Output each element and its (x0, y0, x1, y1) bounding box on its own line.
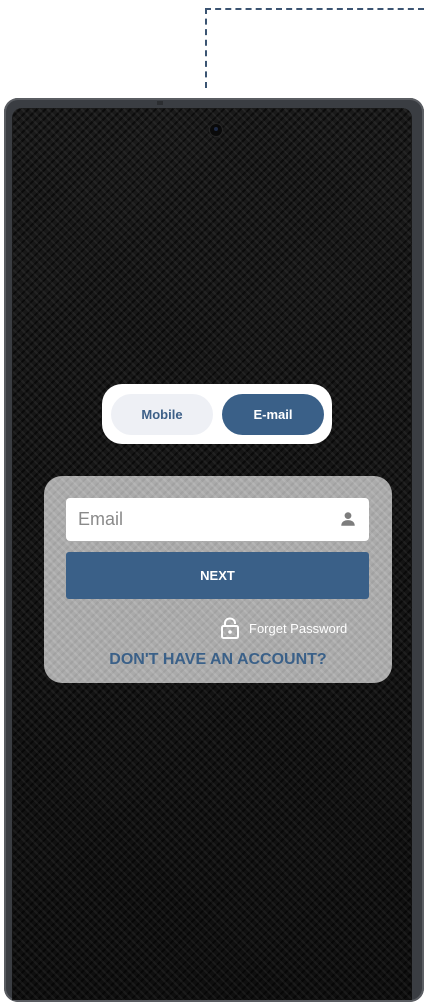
next-button[interactable]: NEXT (66, 552, 369, 599)
connector-line-vertical (205, 8, 207, 88)
mobile-tab[interactable]: Mobile (111, 394, 213, 435)
phone-button (157, 101, 163, 105)
lock-icon (221, 617, 239, 639)
forget-password-link[interactable]: Forget Password (220, 617, 347, 639)
camera-lens (214, 127, 218, 131)
connector-line (205, 8, 424, 10)
canvas: Mobile E-mail NEXT Forget Password DON'T… (0, 0, 424, 1002)
email-tab[interactable]: E-mail (222, 394, 324, 435)
forget-password-label: Forget Password (249, 620, 348, 636)
login-method-toggle: Mobile E-mail (102, 384, 332, 444)
person-icon (341, 512, 355, 526)
login-card: NEXT Forget Password DON'T HAVE AN ACCOU… (44, 476, 392, 683)
email-field[interactable] (66, 498, 369, 541)
email-input[interactable] (76, 508, 330, 531)
signup-link[interactable]: DON'T HAVE AN ACCOUNT? (44, 651, 392, 669)
